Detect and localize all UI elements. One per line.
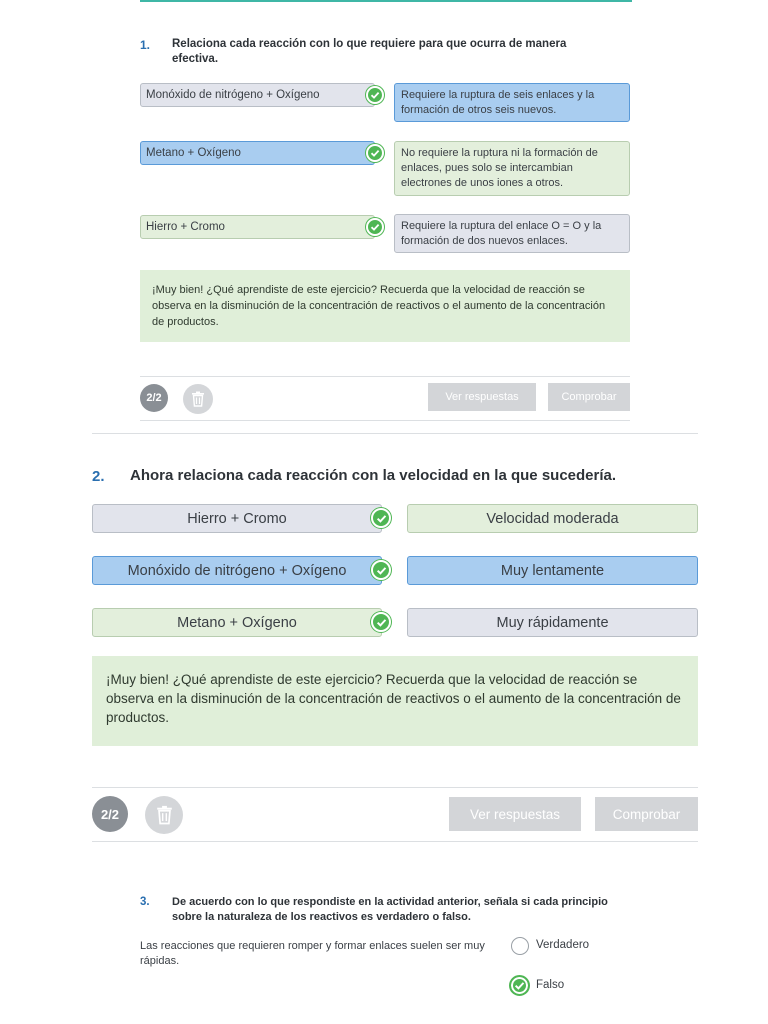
check-icon — [371, 612, 391, 632]
q3-option-verdadero-label[interactable]: Verdadero — [536, 939, 589, 951]
q1-divider-top — [140, 376, 630, 377]
q1-prompt: Relaciona cada reacción con lo que requi… — [172, 38, 567, 65]
q1-feedback-text: ¡Muy bien! ¿Qué aprendiste de este ejerc… — [152, 284, 606, 328]
q2-right-label: Muy rápidamente — [496, 614, 609, 631]
q2-left-label: Monóxido de nitrógeno + Oxígeno — [127, 562, 347, 579]
q2-right-label: Velocidad moderada — [486, 510, 619, 527]
q3-option-falso-radio[interactable] — [509, 975, 530, 996]
q1-right-label: No requiere la ruptura ni la formación d… — [401, 147, 598, 189]
q1-left-label: Metano + Oxígeno — [146, 147, 241, 159]
q1-left-item-1[interactable]: Monóxido de nitrógeno + Oxígeno — [140, 83, 375, 107]
q3-statement: Las reacciones que requieren romper y fo… — [140, 940, 485, 967]
q2-right-item-2[interactable]: Muy lentamente — [407, 556, 698, 585]
q2-attempt-counter: 2/2 — [92, 796, 128, 832]
trash-icon — [192, 391, 204, 407]
q1-right-label: Requiere la ruptura del enlace O = O y l… — [401, 219, 602, 247]
q2-right-item-3[interactable]: Muy rápidamente — [407, 608, 698, 637]
q1-right-label: Requiere la ruptura de seis enlaces y la… — [401, 88, 595, 116]
q1-trash-button[interactable] — [183, 384, 213, 414]
q3-prompt: De acuerdo con lo que respondiste en la … — [172, 896, 608, 923]
q1-attempt-counter: 2/2 — [140, 384, 168, 412]
radio-checked-icon — [514, 982, 525, 990]
q1-left-item-3[interactable]: Hierro + Cromo — [140, 215, 375, 239]
q1-divider-bottom — [140, 420, 630, 421]
q3-number: 3. — [140, 896, 150, 908]
q2-right-label: Muy lentamente — [500, 562, 605, 579]
q2-show-answers-button[interactable]: Ver respuestas — [449, 797, 581, 831]
q1-right-item-2[interactable]: No requiere la ruptura ni la formación d… — [394, 141, 630, 196]
check-icon — [366, 218, 384, 236]
q1-number: 1. — [140, 38, 151, 52]
q2-divider-bottom — [92, 841, 698, 842]
q1-feedback: ¡Muy bien! ¿Qué aprendiste de este ejerc… — [140, 270, 630, 342]
q2-feedback: ¡Muy bien! ¿Qué aprendiste de este ejerc… — [92, 656, 698, 746]
check-icon — [366, 86, 384, 104]
check-icon — [371, 508, 391, 528]
q2-left-label: Hierro + Cromo — [187, 510, 287, 527]
q2-left-item-1[interactable]: Hierro + Cromo — [92, 504, 382, 533]
q1-left-label: Hierro + Cromo — [146, 221, 225, 233]
q1-right-item-3[interactable]: Requiere la ruptura del enlace O = O y l… — [394, 214, 630, 253]
top-accent-rule — [140, 0, 632, 2]
q1-left-label: Monóxido de nitrógeno + Oxígeno — [146, 89, 320, 101]
section-divider — [92, 433, 698, 434]
q1-right-item-1[interactable]: Requiere la ruptura de seis enlaces y la… — [394, 83, 630, 122]
q2-divider-top — [92, 787, 698, 788]
q3-option-verdadero-radio[interactable] — [511, 937, 529, 955]
q2-number: 2. — [92, 468, 105, 485]
q1-check-button[interactable]: Comprobar — [548, 383, 630, 411]
q2-prompt: Ahora relaciona cada reacción con la vel… — [130, 467, 617, 484]
q2-trash-button[interactable] — [145, 796, 183, 834]
check-icon — [366, 144, 384, 162]
trash-icon — [156, 805, 172, 825]
q3-option-falso-label[interactable]: Falso — [536, 979, 564, 991]
check-icon — [371, 560, 391, 580]
q1-show-answers-button[interactable]: Ver respuestas — [428, 383, 536, 411]
q2-right-item-1[interactable]: Velocidad moderada — [407, 504, 698, 533]
q2-left-item-3[interactable]: Metano + Oxígeno — [92, 608, 382, 637]
q2-check-button[interactable]: Comprobar — [595, 797, 698, 831]
q2-feedback-text: ¡Muy bien! ¿Qué aprendiste de este ejerc… — [106, 672, 681, 725]
q2-left-item-2[interactable]: Monóxido de nitrógeno + Oxígeno — [92, 556, 382, 585]
q2-left-label: Metano + Oxígeno — [177, 614, 297, 631]
q1-left-item-2[interactable]: Metano + Oxígeno — [140, 141, 375, 165]
